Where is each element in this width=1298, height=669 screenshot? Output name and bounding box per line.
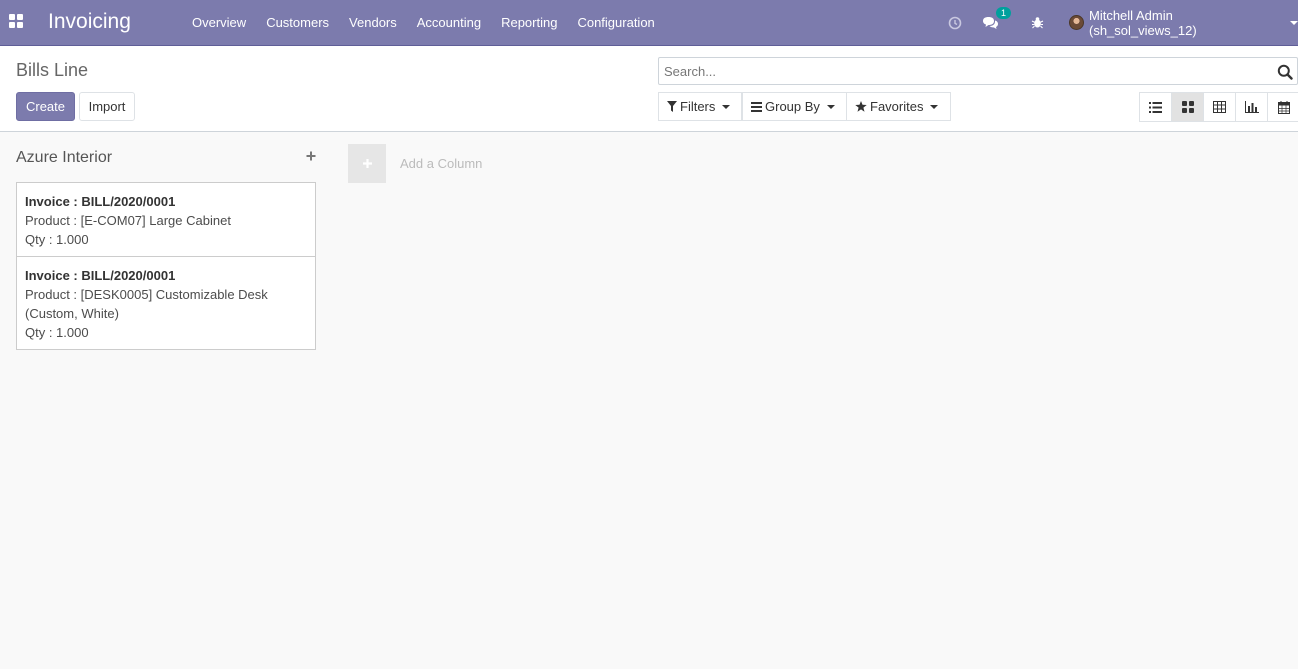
control-panel: Bills Line Create Import Filters Group B…	[0, 46, 1298, 132]
user-name: Mitchell Admin (sh_sol_views_12)	[1089, 7, 1197, 38]
star-icon	[855, 101, 867, 112]
user-menu[interactable]: Mitchell Admin (sh_sol_views_12)	[1069, 0, 1298, 45]
kanban-card[interactable]: Invoice : BILL/2020/0001 Product : [DESK…	[16, 256, 316, 350]
import-button[interactable]: Import	[79, 92, 135, 121]
kanban-column-title[interactable]: Azure Interior	[16, 149, 112, 167]
group-by-dropdown[interactable]: Group By	[742, 92, 847, 121]
plus-icon[interactable]	[305, 150, 317, 162]
app-brand[interactable]: Invoicing	[48, 10, 131, 34]
table-icon	[1213, 101, 1226, 113]
bug-icon	[1031, 17, 1044, 29]
favorites-label: Favorites	[870, 99, 924, 114]
apps-menu-icon[interactable]	[9, 14, 23, 28]
calendar-icon	[1278, 100, 1290, 114]
activity-button[interactable]	[948, 0, 962, 45]
menu-item-customers[interactable]: Customers	[256, 0, 339, 45]
add-column-button[interactable]	[348, 144, 386, 183]
favorites-dropdown[interactable]: Favorites	[846, 92, 951, 121]
avatar	[1069, 15, 1084, 30]
main-navbar: Invoicing Overview Customers Vendors Acc…	[0, 0, 1298, 46]
plus-icon	[362, 159, 372, 168]
list-icon	[1149, 101, 1162, 113]
bar-chart-icon	[1244, 101, 1259, 113]
card-invoice: Invoice : BILL/2020/0001	[25, 194, 176, 209]
page-title: Bills Line	[16, 60, 89, 80]
filter-icon	[667, 101, 677, 112]
list-view-button[interactable]	[1140, 93, 1172, 121]
group-by-label: Group By	[765, 99, 820, 114]
clock-icon	[948, 16, 962, 29]
calendar-view-button[interactable]	[1268, 93, 1298, 121]
bars-icon	[751, 101, 762, 112]
view-switcher	[1139, 92, 1298, 122]
debug-button[interactable]	[1031, 0, 1044, 45]
search-icon[interactable]	[1277, 64, 1293, 80]
messages-badge: 1	[996, 7, 1011, 19]
add-column-label[interactable]: Add a Column	[400, 156, 482, 171]
chevron-down-icon	[1290, 20, 1298, 25]
menu-item-vendors[interactable]: Vendors	[339, 0, 407, 45]
card-qty: Qty : 1.000	[25, 232, 89, 247]
card-product: Product : [DESK0005] Customizable Desk (…	[25, 287, 268, 321]
chevron-down-icon	[722, 104, 731, 109]
chevron-down-icon	[826, 104, 835, 109]
menu-item-overview[interactable]: Overview	[182, 0, 256, 45]
messaging-button[interactable]: 1	[982, 0, 1012, 45]
chat-icon	[983, 16, 998, 29]
filters-dropdown[interactable]: Filters	[658, 92, 742, 121]
pivot-view-button[interactable]	[1204, 93, 1236, 121]
create-button[interactable]: Create	[16, 92, 75, 121]
kanban-card[interactable]: Invoice : BILL/2020/0001 Product : [E-CO…	[16, 182, 316, 258]
top-menu: Overview Customers Vendors Accounting Re…	[182, 0, 665, 45]
card-product: Product : [E-COM07] Large Cabinet	[25, 213, 231, 228]
graph-view-button[interactable]	[1236, 93, 1268, 121]
menu-item-accounting[interactable]: Accounting	[407, 0, 491, 45]
search-input[interactable]	[664, 62, 1264, 81]
filters-label: Filters	[680, 99, 716, 114]
menu-item-configuration[interactable]: Configuration	[567, 0, 664, 45]
card-qty: Qty : 1.000	[25, 325, 89, 340]
search-bar	[658, 57, 1298, 85]
card-invoice: Invoice : BILL/2020/0001	[25, 268, 176, 283]
menu-item-reporting[interactable]: Reporting	[491, 0, 567, 45]
kanban-view-button[interactable]	[1172, 93, 1204, 121]
chevron-down-icon	[930, 104, 939, 109]
kanban-icon	[1181, 101, 1194, 113]
